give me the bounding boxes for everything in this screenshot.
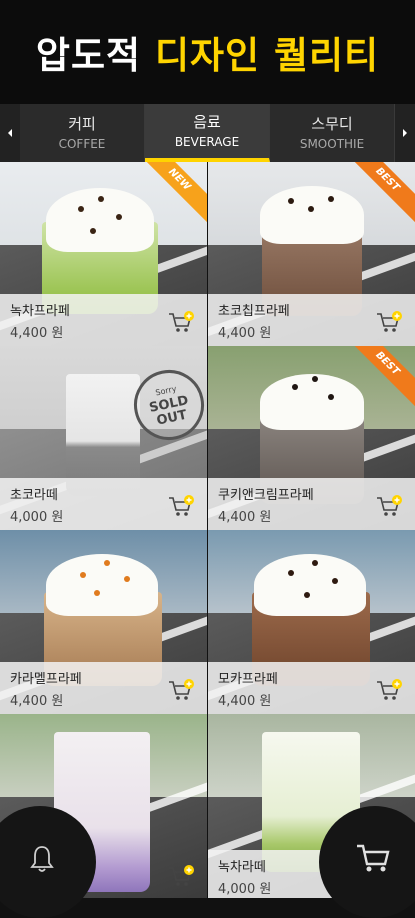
tab-next-button[interactable]	[395, 104, 415, 162]
drizzle-dot	[78, 206, 84, 212]
sold-out-label: SOLD OUT	[148, 393, 190, 429]
tab-beverage[interactable]: 음료 BEVERAGE	[145, 104, 270, 162]
product-price: 4,400 원	[10, 694, 64, 709]
tab-label-kr: 음료	[193, 112, 221, 131]
tab-smoothie[interactable]: 스무디 SMOOTHIE	[270, 104, 395, 162]
product-name: 모카프라페	[218, 672, 278, 687]
whipped-cream	[260, 186, 364, 244]
product-price: 4,400 원	[10, 326, 64, 341]
whipped-cream	[46, 554, 158, 616]
product-name: 녹차라떼	[218, 860, 266, 875]
product-name: 녹차프라페	[10, 304, 70, 319]
product-name: 카라멜프라페	[10, 672, 82, 687]
tab-prev-button[interactable]	[0, 104, 20, 162]
drizzle-dot	[94, 590, 100, 596]
product-card-mocha-frappe[interactable]: 모카프라페 4,400 원	[208, 530, 415, 714]
product-card-caramel-frappe[interactable]: 카라멜프라페 4,400 원	[0, 530, 207, 714]
drizzle-dot	[332, 578, 338, 584]
chevron-left-icon	[8, 129, 12, 137]
drizzle-dot	[312, 376, 318, 382]
drizzle-dot	[288, 570, 294, 576]
product-info: 초코라떼 4,000 원	[0, 478, 207, 530]
drizzle-dot	[116, 214, 122, 220]
drizzle-dot	[328, 196, 334, 202]
product-grid: NEW 녹차프라페 4,400 원 BEST 초코칩프라페 4,400 원 So…	[0, 162, 415, 900]
cart-plus-icon[interactable]	[375, 494, 403, 518]
drizzle-dot	[80, 572, 86, 578]
cart-plus-icon[interactable]	[167, 310, 195, 334]
cart-plus-icon[interactable]	[375, 310, 403, 334]
drizzle-dot	[98, 196, 104, 202]
drizzle-dot	[90, 228, 96, 234]
product-name: 초코칩프라페	[218, 304, 290, 319]
cart-plus-icon[interactable]	[167, 678, 195, 702]
drizzle-dot	[308, 206, 314, 212]
title-part2: 디자인 퀄리티	[154, 34, 380, 77]
product-price: 4,400 원	[218, 326, 272, 341]
product-info: 카라멜프라페 4,400 원	[0, 662, 207, 714]
drizzle-dot	[292, 384, 298, 390]
product-info: 쿠키앤크림프라페 4,400 원	[208, 478, 415, 530]
category-tabs: 커피 COFFEE 음료 BEVERAGE 스무디 SMOOTHIE	[0, 104, 415, 162]
cart-plus-icon[interactable]	[167, 864, 195, 888]
drizzle-dot	[288, 198, 294, 204]
product-name: 쿠키앤크림프라페	[218, 488, 314, 503]
cart-plus-icon[interactable]	[375, 678, 403, 702]
product-info: 초코칩프라페 4,400 원	[208, 294, 415, 346]
page-title: 압도적 디자인 퀄리티	[36, 25, 379, 79]
tab-coffee[interactable]: 커피 COFFEE	[20, 104, 145, 162]
whipped-cream	[260, 374, 364, 430]
chevron-right-icon	[403, 129, 407, 137]
product-card-choco-chip-frappe[interactable]: BEST 초코칩프라페 4,400 원	[208, 162, 415, 346]
tab-label-kr: 스무디	[311, 114, 353, 133]
product-price: 4,000 원	[10, 510, 64, 525]
tab-label-kr: 커피	[68, 114, 96, 133]
product-card-green-tea-frappe[interactable]: NEW 녹차프라페 4,400 원	[0, 162, 207, 346]
cart-button[interactable]	[319, 806, 415, 918]
product-card-cookies-cream-frappe[interactable]: BEST 쿠키앤크림프라페 4,400 원	[208, 346, 415, 530]
whipped-cream	[254, 554, 366, 616]
tab-label-en: BEVERAGE	[174, 134, 240, 149]
app-header: 압도적 디자인 퀄리티	[0, 0, 415, 104]
product-price: 4,400 원	[218, 694, 272, 709]
drizzle-dot	[304, 592, 310, 598]
title-part1: 압도적	[35, 34, 142, 77]
tab-label-en: COFFEE	[58, 136, 106, 151]
drizzle-dot	[124, 576, 130, 582]
product-card-choco-latte[interactable]: Sorry SOLD OUT 초코라떼 4,000 원	[0, 346, 207, 530]
product-name: 초코라떼	[10, 488, 58, 503]
product-info: 녹차프라페 4,400 원	[0, 294, 207, 346]
cart-plus-icon[interactable]	[167, 494, 195, 518]
tab-label-en: SMOOTHIE	[299, 136, 365, 151]
drizzle-dot	[104, 560, 110, 566]
product-price: 4,000 원	[218, 882, 272, 897]
drizzle-dot	[312, 560, 318, 566]
cart-icon	[357, 844, 390, 872]
product-price: 4,400 원	[218, 510, 272, 525]
drizzle-dot	[328, 394, 334, 400]
product-info: 모카프라페 4,400 원	[208, 662, 415, 714]
bell-icon	[30, 846, 54, 872]
